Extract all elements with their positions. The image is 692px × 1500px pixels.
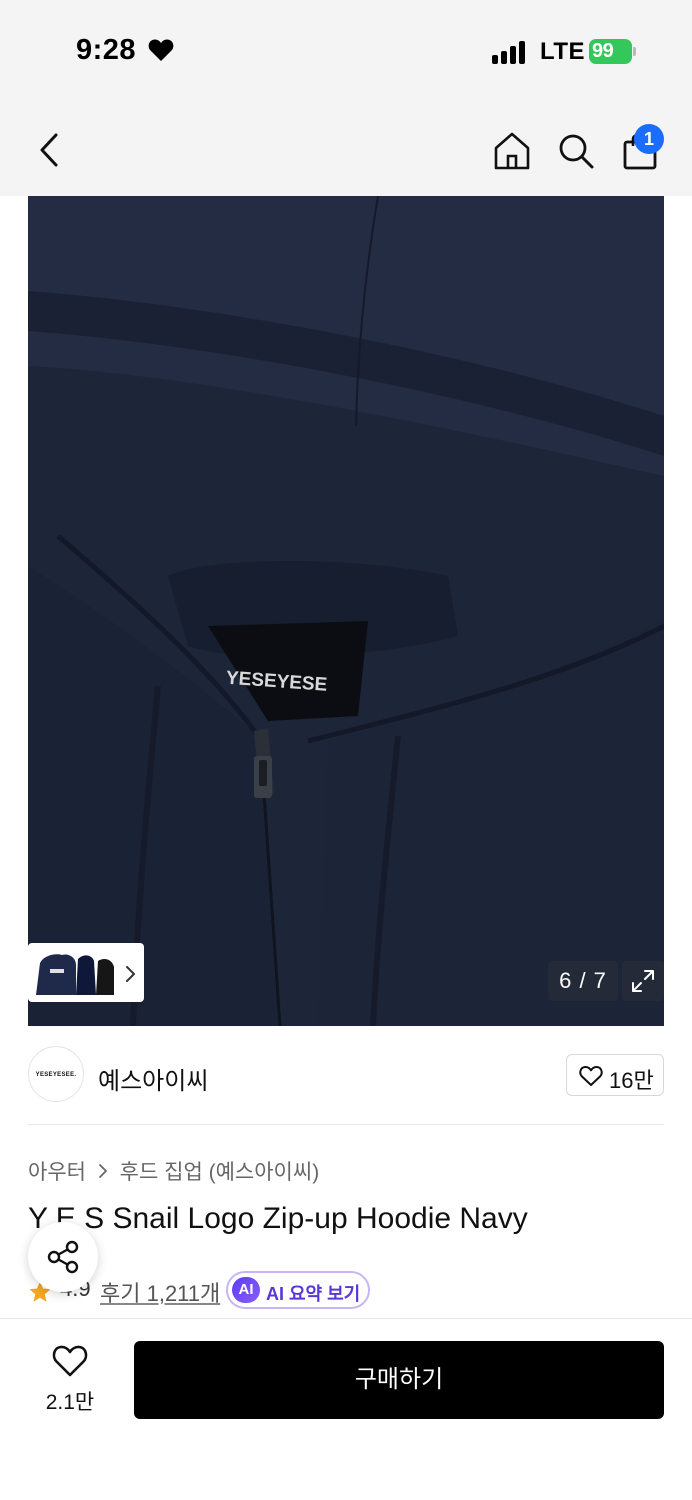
search-icon[interactable] [556,130,596,172]
wishlist-button[interactable]: 2.1만 [30,1344,110,1416]
review-link[interactable]: 후기 1,211개 [100,1276,220,1308]
breadcrumb-subcategory[interactable]: 후드 집업 (예스아이씨) [120,1156,320,1186]
heart-outline-icon [579,1065,603,1086]
brand-name[interactable]: 예스아이씨 [98,1061,208,1096]
chevron-right-icon[interactable] [122,964,138,984]
cart-count-badge: 1 [634,124,664,154]
home-icon[interactable] [492,130,532,172]
ai-summary-button[interactable]: AI AI 요약 보기 [226,1271,370,1309]
brand-like-count: 16만 [609,1068,654,1093]
image-counter: 6 / 7 [548,961,618,1001]
divider [28,1124,664,1125]
ai-summary-label: AI 요약 보기 [266,1284,361,1304]
back-chevron-icon[interactable] [30,128,70,172]
thumbnail-preview [32,947,118,999]
breadcrumb-category[interactable]: 아우터 [28,1156,86,1186]
ai-badge: AI [232,1277,260,1303]
expand-icon [632,970,654,992]
expand-button[interactable] [622,961,664,1001]
hoodie-photo: YESEYESE [28,196,664,1026]
heart-outline-icon [52,1345,88,1377]
share-button[interactable] [28,1222,98,1292]
share-icon [47,1240,79,1274]
battery-icon: 99 [589,39,636,64]
heart-icon [148,39,174,61]
wishlist-count: 2.1만 [45,1391,95,1414]
brand-logo[interactable]: YESEYESEE. [28,1046,84,1102]
network-label: LTE [540,38,586,65]
breadcrumb: 아우터 후드 집업 (예스아이씨) [28,1156,319,1184]
chevron-right-icon [98,1164,107,1178]
buy-button[interactable]: 구매하기 [134,1341,664,1419]
battery-level: 99 [592,40,614,62]
brand-like-button[interactable]: 16만 [566,1054,664,1096]
product-image[interactable]: YESEYESE [28,196,664,1026]
signal-icon [492,40,526,64]
nav-bar [0,100,692,196]
status-bar: 9:28 LTE 99 [0,0,692,100]
product-title: Y E S Snail Logo Zip-up Hoodie Navy [28,1202,528,1235]
status-time: 9:28 [76,34,137,66]
